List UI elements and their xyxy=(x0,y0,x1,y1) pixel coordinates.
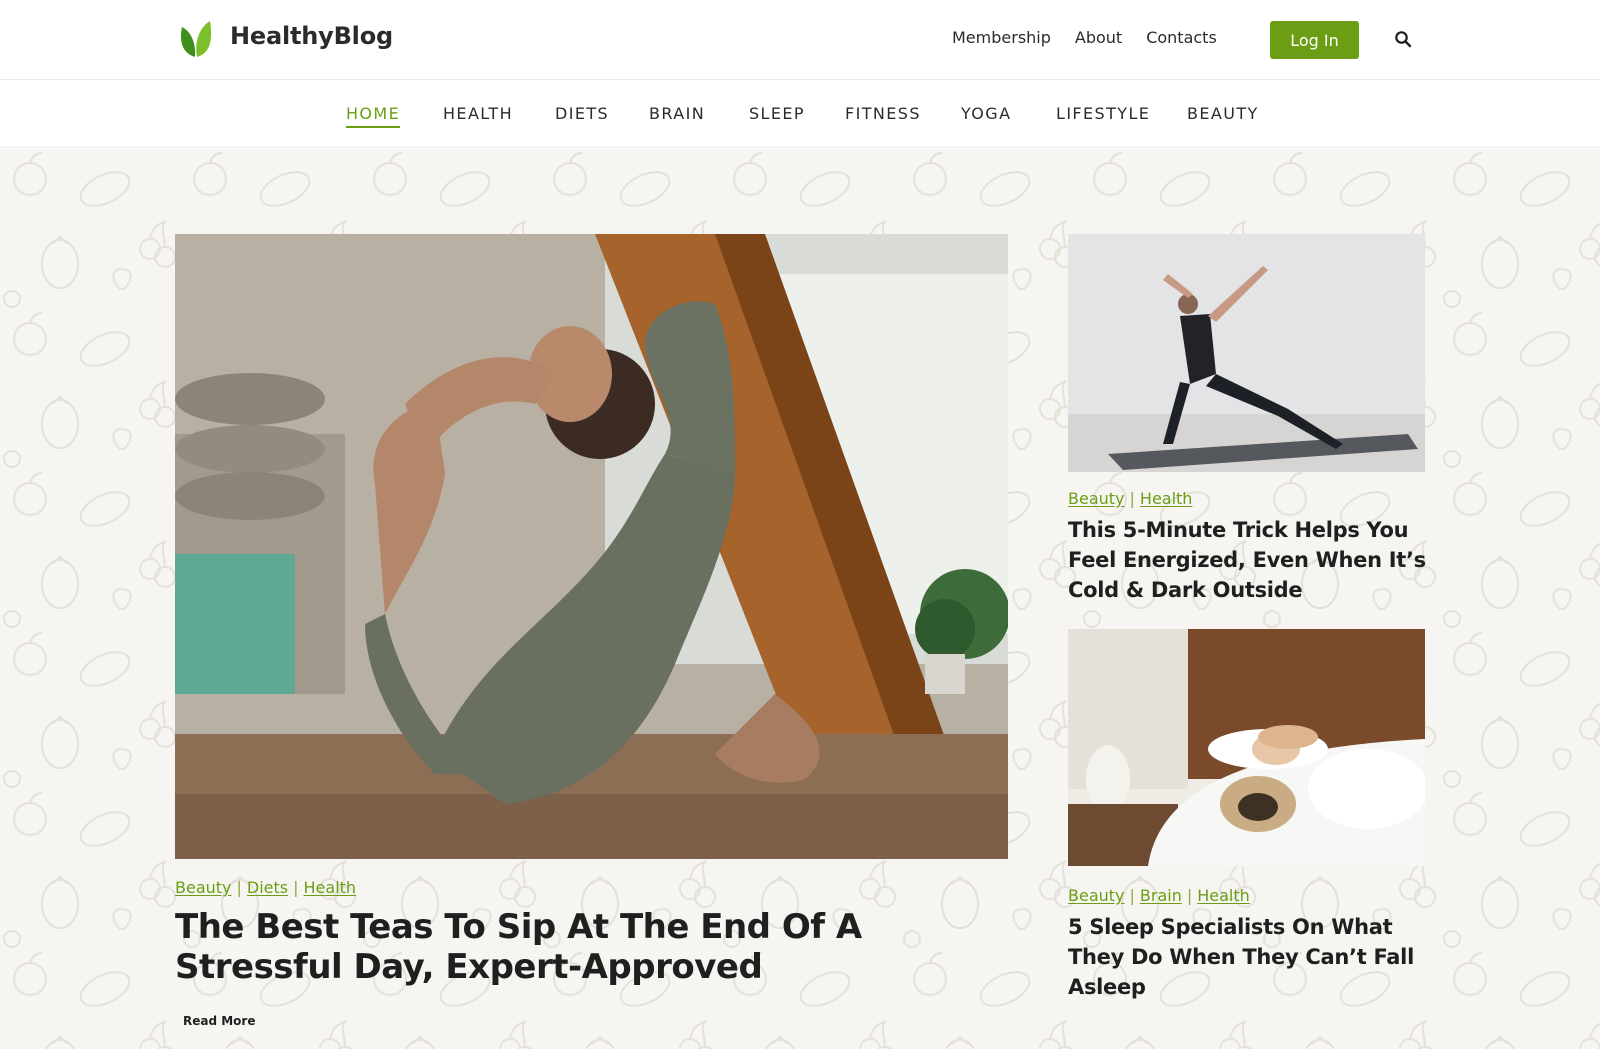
content-area: Beauty | Diets | Health The Best Teas To Sip… xyxy=(0,149,1600,1049)
tag-health[interactable]: Health xyxy=(1197,886,1250,905)
brand-name[interactable]: HealthyBlog xyxy=(230,22,393,50)
membership-link[interactable]: Membership xyxy=(952,28,1051,47)
contacts-link[interactable]: Contacts xyxy=(1146,28,1217,47)
side-post-1-title[interactable]: This 5-Minute Trick Helps You Feel Energ… xyxy=(1068,515,1428,605)
read-more-link[interactable]: Read More xyxy=(183,1014,256,1028)
yoga-pose-photo[interactable] xyxy=(1068,234,1425,472)
nav-item-sleep[interactable]: SLEEP xyxy=(749,104,805,126)
header-links: Membership About Contacts xyxy=(952,28,1217,47)
nav-item-home[interactable]: HOME xyxy=(346,104,401,128)
tag-separator: | xyxy=(293,878,299,897)
nav-item-yoga[interactable]: YOGA xyxy=(961,104,1011,126)
search-icon[interactable] xyxy=(1394,30,1412,48)
tag-health[interactable]: Health xyxy=(1140,489,1193,508)
nav-item-diets[interactable]: DIETS xyxy=(555,104,609,126)
login-button[interactable]: Log In xyxy=(1270,21,1359,59)
tag-separator: | xyxy=(1186,886,1193,905)
featured-tags: Beauty | Diets | Health xyxy=(175,878,356,897)
side-post-2-tags: Beauty | Brain | Health xyxy=(1068,886,1250,905)
top-header: HealthyBlog Membership About Contacts Lo… xyxy=(0,0,1600,80)
tag-beauty[interactable]: Beauty xyxy=(1068,489,1125,508)
woman-sleeping-with-pug-photo[interactable] xyxy=(1068,629,1425,866)
tag-separator: | xyxy=(1129,489,1135,508)
side-post-2-title[interactable]: 5 Sleep Specialists On What They Do When… xyxy=(1068,912,1428,1002)
nav-item-lifestyle[interactable]: LIFESTYLE xyxy=(1056,104,1150,126)
tag-beauty[interactable]: Beauty xyxy=(1068,886,1125,905)
category-nav: HOME HEALTH DIETS BRAIN SLEEP FITNESS YO… xyxy=(0,80,1600,148)
woman-yoga-stretch-photo[interactable] xyxy=(175,234,1008,859)
leaf-logo-icon[interactable] xyxy=(178,19,214,59)
tag-beauty[interactable]: Beauty xyxy=(175,878,232,897)
side-post-1-tags: Beauty | Health xyxy=(1068,489,1192,508)
about-link[interactable]: About xyxy=(1075,28,1122,47)
nav-item-beauty[interactable]: BEAUTY xyxy=(1187,104,1259,126)
nav-item-brain[interactable]: BRAIN xyxy=(649,104,705,126)
tag-separator: | xyxy=(1129,886,1135,905)
nav-item-fitness[interactable]: FITNESS xyxy=(845,104,921,126)
tag-brain[interactable]: Brain xyxy=(1140,886,1182,905)
tag-diets[interactable]: Diets xyxy=(247,878,288,897)
nav-item-health[interactable]: HEALTH xyxy=(443,104,513,126)
tag-separator: | xyxy=(236,878,242,897)
featured-post-title[interactable]: The Best Teas To Sip At The End Of A Str… xyxy=(175,907,995,987)
tag-health[interactable]: Health xyxy=(304,878,357,897)
